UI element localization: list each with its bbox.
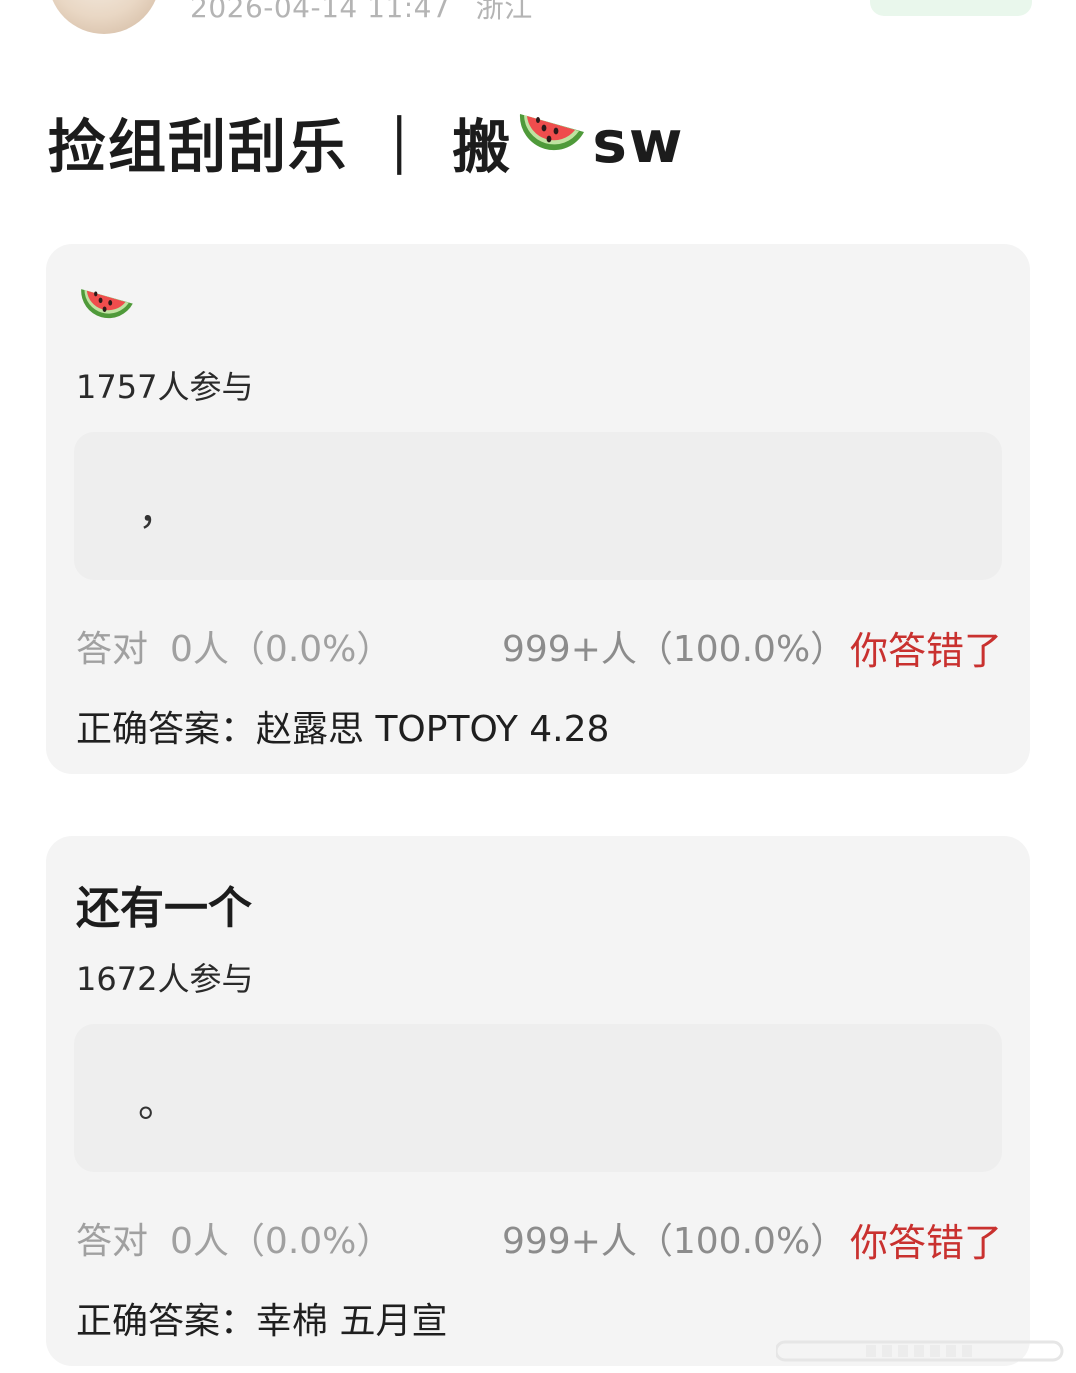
quiz-stats: 答对 0人（0.0%） 999+人（100.0%） 你答错了 [76, 620, 1002, 676]
participant-count: 1757人参与 [76, 368, 254, 406]
quiz-option-text: ， [138, 488, 178, 534]
follow-button[interactable] [870, 0, 1032, 16]
quiz-option[interactable]: ， [74, 432, 1002, 580]
watermelon-icon [78, 282, 136, 334]
correct-stat: 答对 0人（0.0%） [76, 1212, 392, 1264]
avatar[interactable] [48, 0, 160, 34]
quiz-card: 1757人参与 ， 答对 0人（0.0%） 999+人（100.0%） 你答错了 … [46, 244, 1030, 774]
quiz-option-text: 。 [138, 1080, 178, 1126]
correct-stat: 答对 0人（0.0%） [76, 620, 392, 672]
correct-label: 答对 [76, 629, 149, 670]
post-title: 捡组刮刮乐 ｜ 搬 sw [48, 100, 685, 184]
post-datetime: 2026-04-14 11:47 [190, 0, 451, 24]
watermark-logo [774, 1334, 1066, 1368]
correct-answer: 正确答案：赵露思 TOPTOY 4.28 [76, 709, 610, 750]
post-meta: 2026-04-14 11:47 浙江 [190, 0, 533, 26]
correct-answer: 正确答案：幸棉 五月宣 [76, 1301, 448, 1342]
post-title-text-1: 捡组刮刮乐 ｜ 搬 [48, 113, 513, 181]
correct-count: 0人（0.0%） [170, 629, 393, 670]
participant-count: 1672人参与 [76, 960, 254, 998]
quiz-card: 还有一个 1672人参与 。 答对 0人（0.0%） 999+人（100.0%） … [46, 836, 1030, 1366]
post-title-text-2: sw [592, 108, 685, 176]
quiz-option[interactable]: 。 [74, 1024, 1002, 1172]
result-badge: 你答错了 [849, 629, 1002, 673]
watermelon-icon [516, 106, 588, 178]
correct-label: 答对 [76, 1221, 149, 1262]
result-badge: 你答错了 [849, 1221, 1002, 1265]
wrong-stat: 999+人（100.0%） [502, 629, 847, 670]
quiz-stats: 答对 0人（0.0%） 999+人（100.0%） 你答错了 [76, 1212, 1002, 1268]
quiz-heading: 还有一个 [76, 883, 252, 934]
post-location: 浙江 [475, 0, 533, 24]
correct-count: 0人（0.0%） [170, 1221, 393, 1262]
wrong-stat: 999+人（100.0%） [502, 1221, 847, 1262]
